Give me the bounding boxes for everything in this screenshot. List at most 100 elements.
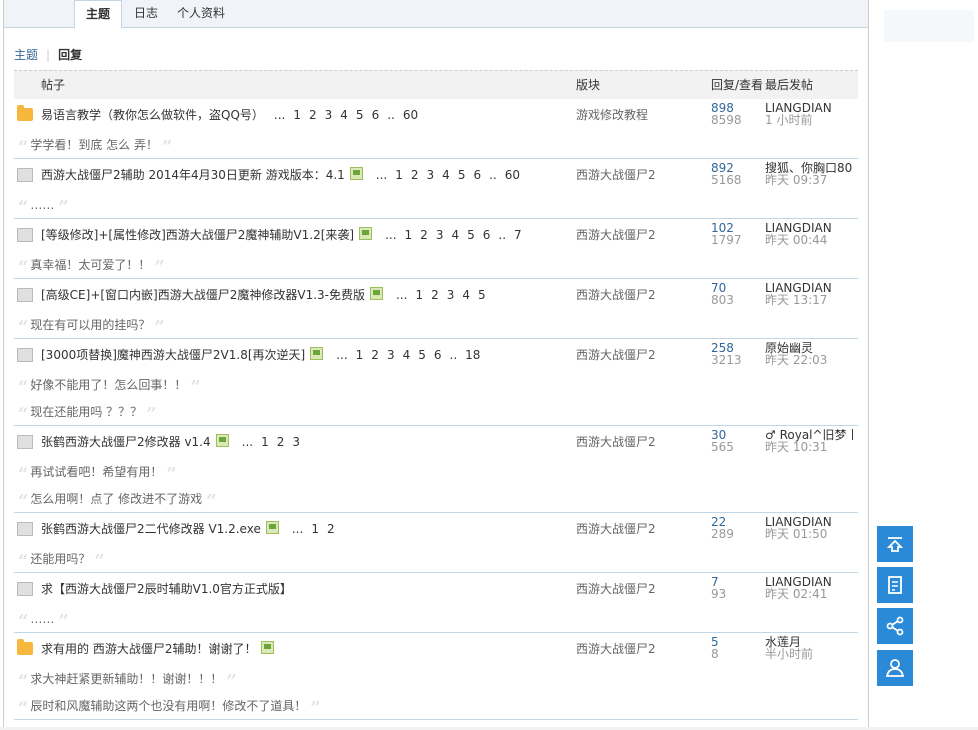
page-link[interactable]: 2 xyxy=(277,435,285,449)
page-link[interactable]: 6 xyxy=(473,168,481,182)
reply-quote-text[interactable]: …… xyxy=(30,198,54,212)
forum-link[interactable]: 西游大战僵尸2 xyxy=(576,279,656,312)
reply-quote[interactable]: “辰时和风魔辅助这两个也没有用啊！修改不了道具！ ” xyxy=(14,693,321,720)
topic-title-link[interactable]: 张鹤西游大战僵尸2修改器 v1.4 xyxy=(41,435,211,449)
reply-quote[interactable]: “…… ” xyxy=(14,606,69,633)
reply-quote[interactable]: “还能用吗？ ” xyxy=(14,546,105,573)
page-link[interactable]: 3 xyxy=(325,108,333,122)
reply-button[interactable] xyxy=(877,567,913,603)
page-link[interactable]: 6 xyxy=(434,348,442,362)
page-link[interactable]: 3 xyxy=(447,288,455,302)
forum-link[interactable]: 西游大战僵尸2 xyxy=(576,426,656,459)
last-post-time[interactable]: 昨天 10:31 xyxy=(765,441,827,453)
page-link[interactable]: 2 xyxy=(371,348,379,362)
forum-link[interactable]: 西游大战僵尸2 xyxy=(576,339,656,372)
open-quote-icon: “ xyxy=(18,611,29,632)
last-post-time[interactable]: 昨天 00:44 xyxy=(765,234,827,246)
page-link[interactable]: 3 xyxy=(436,228,444,242)
topic-title-link[interactable]: [3000项替换]魔神西游大战僵尸2V1.8[再次逆天] xyxy=(41,348,305,362)
last-post-time[interactable]: 昨天 13:17 xyxy=(765,294,827,306)
forum-link[interactable]: 西游大战僵尸2 xyxy=(576,219,656,252)
reply-quote-text[interactable]: 学学看！到底 怎么 弄！ xyxy=(30,138,158,152)
page-link[interactable]: 2 xyxy=(327,522,335,536)
reply-quote[interactable]: “再试试看吧！希望有用！ ” xyxy=(14,459,177,486)
topic-title-link[interactable]: 求【西游大战僵尸2辰时辅助V1.0官方正式版】 xyxy=(41,582,292,596)
reply-quote-text[interactable]: 现在有可以用的挂吗？ xyxy=(30,318,150,332)
forum-link[interactable]: 游戏修改教程 xyxy=(576,99,648,132)
reply-quote-text[interactable]: 好像不能用了！怎么回事！！ xyxy=(30,378,186,392)
reply-quote[interactable]: “真幸福！太可爱了！！ ” xyxy=(14,252,165,279)
share-button[interactable] xyxy=(877,608,913,644)
page-link[interactable]: 4 xyxy=(403,348,411,362)
page-link[interactable]: 5 xyxy=(418,348,426,362)
page-link[interactable]: 4 xyxy=(451,228,459,242)
reply-quote-text[interactable]: 再试试看吧！希望有用！ xyxy=(30,465,162,479)
last-post-time[interactable]: 昨天 09:37 xyxy=(765,174,827,186)
page-link[interactable]: 2 xyxy=(420,228,428,242)
page-link: ... xyxy=(375,168,388,182)
page-link[interactable]: 3 xyxy=(387,348,395,362)
back-to-top-button[interactable] xyxy=(877,526,913,562)
forum-link[interactable]: 西游大战僵尸2 xyxy=(576,513,656,546)
last-post-time[interactable]: 半小时前 xyxy=(765,648,813,660)
last-post-time[interactable]: 昨天 22:03 xyxy=(765,354,827,366)
page-link[interactable]: 1 xyxy=(311,522,319,536)
page-link[interactable]: 7 xyxy=(514,228,522,242)
reply-quote[interactable]: “学学看！到底 怎么 弄！ ” xyxy=(14,132,172,159)
last-post-time[interactable]: 1 小时前 xyxy=(765,114,812,126)
tab-profile[interactable]: 个人资料 xyxy=(170,0,232,27)
reply-quote-text[interactable]: 求大神赶紧更新辅助！！谢谢！！！ xyxy=(30,672,222,686)
page-link[interactable]: 1 xyxy=(293,108,301,122)
page-link[interactable]: 1 xyxy=(405,228,413,242)
reply-quote[interactable]: “…… ” xyxy=(14,192,69,219)
page-link[interactable]: 6 xyxy=(372,108,380,122)
last-post-time[interactable]: 昨天 02:41 xyxy=(765,588,827,600)
tab-blog[interactable]: 日志 xyxy=(124,0,168,27)
topic-title-link[interactable]: 易语言教学（教你怎么做软件，盗QQ号） xyxy=(41,108,264,122)
page-link[interactable]: 5 xyxy=(467,228,475,242)
page-link[interactable]: 2 xyxy=(309,108,317,122)
reply-quote-text[interactable]: 真幸福！太可爱了！！ xyxy=(30,258,150,272)
page-link[interactable]: 5 xyxy=(478,288,486,302)
topic-title-link[interactable]: [等级修改]+[属性修改]西游大战僵尸2魔神辅助V1.2[来袭] xyxy=(41,228,354,242)
reply-quote[interactable]: “好像不能用了！怎么回事！！ ” xyxy=(14,372,201,399)
page-link: ... xyxy=(396,288,408,302)
reply-quote[interactable]: “怎么用啊！点了 修改进不了游戏 ” xyxy=(14,486,217,513)
topic-title-link[interactable]: [高级CE]+[窗口内嵌]西游大战僵尸2魔神修改器V1.3-免费版 xyxy=(41,288,365,302)
reply-quote-text[interactable]: 辰时和风魔辅助这两个也没有用啊！修改不了道具！ xyxy=(30,699,306,713)
page-link[interactable]: 1 xyxy=(261,435,269,449)
page-link[interactable]: 2 xyxy=(431,288,439,302)
page-link[interactable]: 1 xyxy=(356,348,364,362)
reply-quote-text[interactable]: 现在还能用吗 ？？？ xyxy=(30,405,142,419)
page-link[interactable]: 4 xyxy=(442,168,450,182)
reply-quote-text[interactable]: …… xyxy=(30,612,54,626)
topic-title-link[interactable]: 西游大战僵尸2辅助 2014年4月30日更新 游戏版本：4.1 xyxy=(41,168,345,182)
page-link[interactable]: 5 xyxy=(458,168,466,182)
forum-link[interactable]: 西游大战僵尸2 xyxy=(576,159,656,192)
subnav-topics-link[interactable]: 主题 xyxy=(14,48,38,62)
page-link[interactable]: 2 xyxy=(411,168,419,182)
page-link[interactable]: 6 xyxy=(483,228,491,242)
page-link[interactable]: 4 xyxy=(462,288,470,302)
forum-link[interactable]: 西游大战僵尸2 xyxy=(576,573,656,606)
topic-title-link[interactable]: 求有用的 西游大战僵尸2辅助！谢谢了！ xyxy=(41,642,256,656)
forum-link[interactable]: 西游大战僵尸2 xyxy=(576,633,656,666)
page-link[interactable]: 60 xyxy=(505,168,520,182)
reply-quote[interactable]: “现在还能用吗 ？？？ ” xyxy=(14,399,157,426)
last-post-time[interactable]: 昨天 01:50 xyxy=(765,528,827,540)
page-link[interactable]: 1 xyxy=(415,288,423,302)
page-link[interactable]: 5 xyxy=(356,108,364,122)
page-link[interactable]: 3 xyxy=(292,435,300,449)
reply-quote[interactable]: “现在有可以用的挂吗？ ” xyxy=(14,312,165,339)
page-link[interactable]: 1 xyxy=(395,168,403,182)
reply-quote[interactable]: “求大神赶紧更新辅助！！谢谢！！！ ” xyxy=(14,666,237,693)
reply-quote-text[interactable]: 怎么用啊！点了 修改进不了游戏 xyxy=(30,492,202,506)
page-link[interactable]: 4 xyxy=(340,108,348,122)
page-link[interactable]: 3 xyxy=(427,168,435,182)
page-link[interactable]: 18 xyxy=(465,348,480,362)
tab-topics[interactable]: 主题 xyxy=(74,0,122,29)
user-button[interactable] xyxy=(877,650,913,686)
reply-quote-text[interactable]: 还能用吗？ xyxy=(30,552,90,566)
page-link[interactable]: 60 xyxy=(403,108,418,122)
topic-title-link[interactable]: 张鹤西游大战僵尸2二代修改器 V1.2.exe xyxy=(41,522,261,536)
